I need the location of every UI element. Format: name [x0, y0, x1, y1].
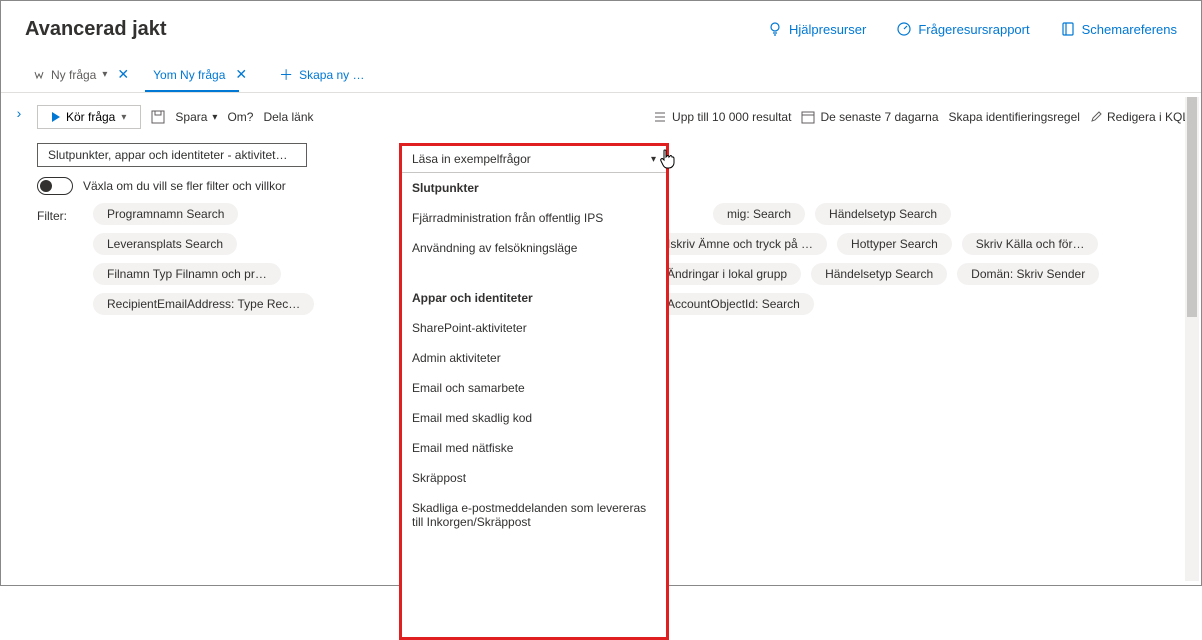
- undo-button[interactable]: Om?: [227, 110, 253, 124]
- time-range[interactable]: De senaste 7 dagarna: [801, 110, 938, 124]
- query-icon: [33, 69, 45, 81]
- page-header: Avancerad jakt Hjälpresurser Frågeresurs…: [1, 1, 1201, 57]
- dropdown-section: Slutpunkter: [402, 173, 666, 203]
- scrollbar-thumb[interactable]: [1187, 97, 1197, 317]
- edit-icon: [1090, 111, 1102, 123]
- chevron-down-icon: ▾: [121, 112, 126, 123]
- dropdown-item[interactable]: SharePoint-aktiviteter: [402, 313, 666, 343]
- dropdown-item[interactable]: Admin aktiviteter: [402, 343, 666, 373]
- dropdown-section: Appar och identiteter: [402, 283, 666, 313]
- schema-reference-link[interactable]: Schemareferens: [1060, 21, 1177, 37]
- filter-pill[interactable]: Hottyper Search: [837, 233, 952, 255]
- filter-pill[interactable]: mig: Search: [713, 203, 805, 225]
- help-resources-link[interactable]: Hjälpresurser: [767, 21, 866, 37]
- toggle-label: Växla om du vill se fler filter och vill…: [83, 179, 286, 193]
- filter-pill[interactable]: Domän: Skriv Sender: [957, 263, 1099, 285]
- tab-new-query-1[interactable]: Ny fråga ▾ ✕: [25, 57, 141, 92]
- filter-pill[interactable]: AccountObjectId: Search: [653, 293, 814, 315]
- dropdown-trigger[interactable]: Läsa in exempelfrågor ▾: [402, 146, 666, 173]
- scope-selector[interactable]: Slutpunkter, appar och identiteter - akt…: [37, 143, 307, 167]
- filter-pills: Programnamn Search Leveransplats Search …: [93, 203, 353, 315]
- tab-new-query-2[interactable]: Yom Ny fråga ✕: [145, 57, 259, 92]
- filter-pill[interactable]: RecipientEmailAddress: Type Rec…: [93, 293, 314, 315]
- close-icon[interactable]: ✕: [113, 66, 133, 83]
- vertical-scrollbar[interactable]: [1185, 97, 1199, 581]
- dropdown-item[interactable]: Email med nätfiske: [402, 433, 666, 463]
- play-icon: [52, 112, 60, 122]
- result-limit[interactable]: Upp till 10 000 resultat: [653, 110, 791, 124]
- lightbulb-icon: [767, 21, 783, 37]
- query-resource-report-link[interactable]: Frågeresursrapport: [896, 21, 1029, 37]
- filter-pill[interactable]: Händelsetyp Search: [811, 263, 947, 285]
- dropdown-item[interactable]: Skräppost: [402, 463, 666, 493]
- expand-sidebar[interactable]: ›: [1, 93, 37, 315]
- list-icon: [653, 110, 667, 124]
- calendar-icon: [801, 110, 815, 124]
- filter-pill[interactable]: Leveransplats Search: [93, 233, 237, 255]
- tab-bar: Ny fråga ▾ ✕ Yom Ny fråga ✕ ＋ Skapa ny …: [1, 57, 1201, 93]
- edit-in-kql[interactable]: Redigera i KQL: [1090, 110, 1189, 124]
- sample-queries-dropdown: Läsa in exempelfrågor ▾ Slutpunkter Fjär…: [399, 143, 669, 640]
- dropdown-item[interactable]: Användning av felsökningsläge: [402, 233, 666, 263]
- book-icon: [1060, 21, 1076, 37]
- create-detection-rule[interactable]: Skapa identifieringsregel: [949, 110, 1080, 124]
- run-query-button[interactable]: Kör fråga ▾: [37, 105, 141, 129]
- content-area: Kör fråga ▾ Spara▾ Om? Dela länk Upp til…: [37, 93, 1201, 315]
- dropdown-item[interactable]: Fjärradministration från offentlig IPS: [402, 203, 666, 233]
- header-links: Hjälpresurser Frågeresursrapport Schemar…: [767, 21, 1177, 37]
- page-title: Avancerad jakt: [25, 18, 767, 41]
- dropdown-item[interactable]: Email och samarbete: [402, 373, 666, 403]
- filter-pill[interactable]: Ändringar i lokal grupp: [653, 263, 801, 285]
- query-toolbar: Kör fråga ▾ Spara▾ Om? Dela länk Upp til…: [37, 93, 1201, 141]
- filter-pills-right: mig: Search Händelsetyp Search Iskriv Äm…: [653, 203, 1123, 315]
- filter-pill[interactable]: Iskriv Ämne och tryck på …: [653, 233, 827, 255]
- filter-pill[interactable]: Filnamn Typ Filnamn och pr…: [93, 263, 281, 285]
- chevron-right-icon: ›: [17, 105, 22, 121]
- save-icon[interactable]: [151, 110, 165, 124]
- dropdown-item[interactable]: Email med skadlig kod: [402, 403, 666, 433]
- share-link-button[interactable]: Dela länk: [263, 110, 313, 124]
- filter-label: Filter:: [37, 203, 83, 223]
- filter-pill[interactable]: Händelsetyp Search: [815, 203, 951, 225]
- save-menu[interactable]: Spara▾: [175, 110, 217, 124]
- filter-pill[interactable]: Skriv Källa och för…: [962, 233, 1099, 255]
- dropdown-item[interactable]: Skadliga e-postmeddelanden som levereras…: [402, 493, 666, 537]
- filter-pill[interactable]: Programnamn Search: [93, 203, 238, 225]
- close-icon[interactable]: ✕: [231, 66, 251, 83]
- chevron-down-icon: ▾: [651, 154, 656, 165]
- gauge-icon: [896, 21, 912, 37]
- create-new-tab[interactable]: ＋ Skapa ny …: [263, 65, 364, 85]
- more-filters-toggle[interactable]: [37, 177, 73, 195]
- plus-icon: ＋: [279, 65, 293, 85]
